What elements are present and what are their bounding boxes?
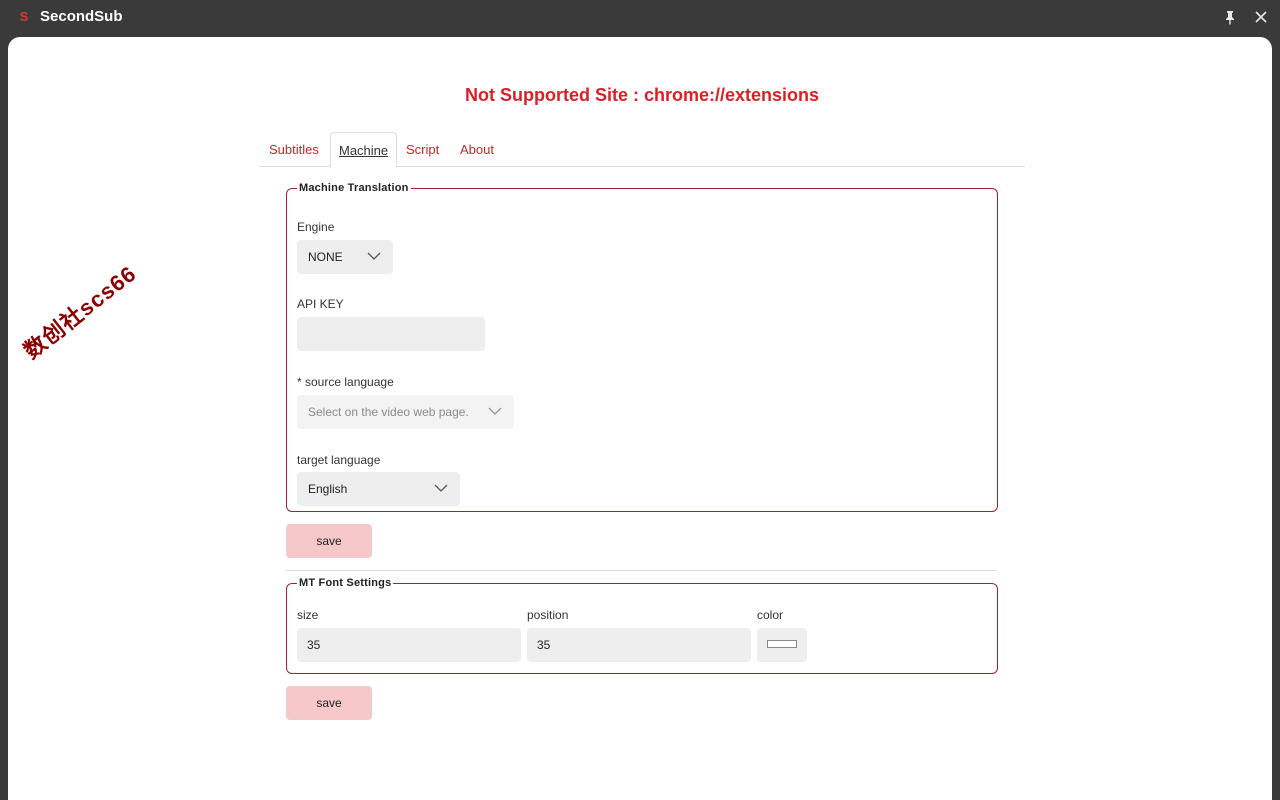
color-swatch <box>767 640 797 648</box>
size-input[interactable]: 35 <box>297 628 521 662</box>
engine-select[interactable]: NONE <box>297 240 393 274</box>
section-divider <box>286 570 997 571</box>
tab-script[interactable]: Script <box>398 132 447 167</box>
machine-save-button[interactable]: save <box>286 524 372 558</box>
machine-translation-group: Machine Translation Engine NONE API KEY … <box>286 182 998 512</box>
position-label: position <box>527 608 569 622</box>
size-label: size <box>297 608 319 622</box>
source-language-select[interactable]: Select on the video web page. <box>297 395 514 429</box>
color-picker[interactable] <box>757 628 807 662</box>
position-input[interactable]: 35 <box>527 628 751 662</box>
target-language-value: English <box>308 482 348 496</box>
tab-machine[interactable]: Machine <box>330 132 398 168</box>
close-icon[interactable] <box>1252 8 1270 26</box>
source-language-placeholder: Select on the video web page. <box>308 405 469 419</box>
chevron-down-icon <box>488 407 502 415</box>
app-logo-icon: S <box>19 9 29 24</box>
app-title: SecondSub <box>40 8 123 25</box>
target-language-label: target language <box>297 453 381 467</box>
main-window: Not Supported Site : chrome://extensions… <box>8 37 1272 800</box>
font-settings-group: MT Font Settings size 35 position 35 col… <box>286 577 998 674</box>
api-key-input[interactable] <box>297 317 485 351</box>
tab-bar: Subtitles Machine Script About <box>259 132 1025 168</box>
font-save-button[interactable]: save <box>286 686 372 720</box>
title-bar: S SecondSub <box>0 0 1280 36</box>
chevron-down-icon <box>434 484 448 492</box>
pin-icon[interactable] <box>1221 8 1239 26</box>
source-language-label: * source language <box>297 375 394 389</box>
chevron-down-icon <box>367 252 381 260</box>
unsupported-site-warning: Not Supported Site : chrome://extensions <box>464 85 820 105</box>
engine-label: Engine <box>297 220 335 234</box>
engine-value: NONE <box>308 250 343 264</box>
color-label: color <box>757 608 784 622</box>
api-key-label: API KEY <box>297 297 344 311</box>
tab-subtitles[interactable]: Subtitles <box>261 132 327 167</box>
target-language-select[interactable]: English <box>297 472 460 506</box>
font-settings-legend: MT Font Settings <box>299 577 392 589</box>
machine-translation-legend: Machine Translation <box>299 182 409 194</box>
tab-about[interactable]: About <box>452 132 502 167</box>
